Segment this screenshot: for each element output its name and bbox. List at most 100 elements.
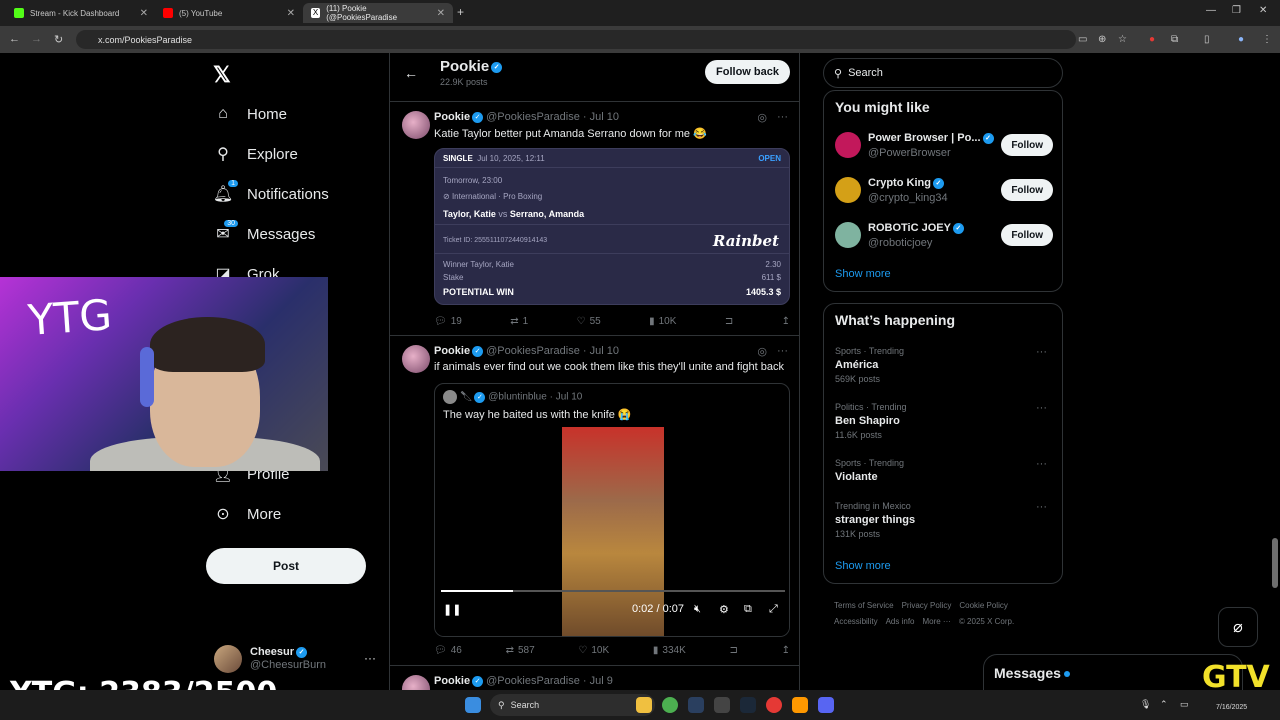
bookmark-button[interactable]: ⊐ xyxy=(725,316,733,327)
close-icon[interactable]: ✕ xyxy=(437,8,445,19)
account-switcher[interactable]: Cheesur ✓ @CheesurBurn ··· xyxy=(214,645,376,673)
settings-gear-icon[interactable]: ⚙ xyxy=(719,603,729,616)
repost-button[interactable]: ⇄ 1 xyxy=(510,316,528,327)
close-icon[interactable]: ✕ xyxy=(287,8,295,19)
fullscreen-icon[interactable]: ⤢ xyxy=(769,603,778,616)
follow-button[interactable]: Follow xyxy=(1001,224,1053,246)
tweet[interactable]: Pookie ✓ @PookiesParadise · Jul 10 ◎ ··· K… xyxy=(390,103,799,336)
follow-button[interactable]: Follow xyxy=(1001,179,1053,201)
follow-button[interactable]: Follow xyxy=(1001,134,1053,156)
nav-item-more[interactable]: ⊙ More xyxy=(213,504,281,524)
suggested-account[interactable]: ROBOTiC JOEY ✓ @roboticjoey Follow xyxy=(835,219,1053,253)
more-dots-icon[interactable]: ··· xyxy=(364,651,376,665)
extensions-puzzle-icon[interactable]: ⧉ xyxy=(1171,34,1178,45)
search-input[interactable]: ⚲ Search xyxy=(823,58,1063,88)
quoted-tweet[interactable]: 🔪︎ ✓ @bluntinblue · Jul 10 The way he bai… xyxy=(434,383,790,637)
bet-slip-image[interactable]: SINGLE Jul 10, 2025, 12:11 OPEN Tomorrow… xyxy=(434,148,790,305)
page-scrollbar[interactable] xyxy=(1272,53,1278,690)
x-logo-icon[interactable]: 𝕏 xyxy=(213,62,231,88)
extension-icon[interactable]: ● xyxy=(1149,34,1155,45)
more-dots-icon[interactable]: ··· xyxy=(1036,346,1047,358)
picture-in-picture-icon[interactable]: ⧉ xyxy=(744,603,752,616)
more-dots-icon[interactable]: ··· xyxy=(1036,402,1047,414)
show-more-link[interactable]: Show more xyxy=(835,560,891,572)
suggested-account[interactable]: Power Browser | Po... ✓ @PowerBrowser Fol… xyxy=(835,129,1053,163)
show-more-link[interactable]: Show more xyxy=(835,268,891,280)
share-button[interactable]: ↥ xyxy=(782,645,790,656)
nav-item-messages[interactable]: ✉ 30 Messages xyxy=(213,220,315,244)
new-tab-icon[interactable]: + xyxy=(457,5,464,19)
trend-item[interactable]: Sports · Trending Violante ··· xyxy=(835,458,1053,483)
trend-item[interactable]: Politics · Trending Ben Shapiro 11.6K po… xyxy=(835,402,1053,440)
mic-icon[interactable]: 🎙︎ xyxy=(1140,699,1151,710)
footer-link[interactable]: Accessibility xyxy=(834,617,878,626)
reply-button[interactable]: 💬︎ 46 xyxy=(434,645,462,656)
reload-icon[interactable]: ↻ xyxy=(54,33,63,46)
chrome-alt-icon[interactable] xyxy=(766,697,782,713)
url-field[interactable]: x.com/PookiesParadise xyxy=(76,30,1076,49)
windows-start-icon[interactable] xyxy=(465,697,481,713)
close-icon[interactable]: ✕ xyxy=(140,8,148,19)
suggested-account[interactable]: Crypto King ✓ @crypto_king34 Follow xyxy=(835,174,1053,208)
tab-x-pookie[interactable]: X (11) Pookie (@PookiesParadise ✕ xyxy=(303,3,453,23)
grok-icon[interactable]: ◎ xyxy=(757,111,767,124)
minimize-icon[interactable]: — xyxy=(1206,5,1216,16)
app-icon[interactable] xyxy=(714,697,730,713)
cast-icon[interactable]: ▭ xyxy=(1078,34,1087,45)
like-button[interactable]: ♡ 10K xyxy=(578,645,609,656)
maximize-icon[interactable]: ❐ xyxy=(1232,5,1241,16)
steam-icon[interactable] xyxy=(688,697,704,713)
tweet[interactable]: Pookie ✓ @PookiesParadise · Jul 9 xyxy=(390,667,799,690)
more-dots-icon[interactable]: ··· xyxy=(1036,501,1047,513)
footer-link[interactable]: More ··· xyxy=(922,617,950,626)
tray-up-icon[interactable]: ⌃ xyxy=(1160,699,1168,710)
zoom-icon[interactable]: ⊕ xyxy=(1098,34,1106,45)
video-player[interactable]: ❚❚ 0:02 / 0:07 🔇︎ ⚙ ⧉ ⤢ xyxy=(435,427,789,636)
reply-button[interactable]: 💬︎ 19 xyxy=(434,316,462,327)
bookmark-star-icon[interactable]: ☆ xyxy=(1118,34,1127,45)
chrome-icon[interactable] xyxy=(662,697,678,713)
avatar[interactable] xyxy=(402,675,430,690)
discord-icon[interactable] xyxy=(818,697,834,713)
mute-icon[interactable]: 🔇︎ xyxy=(694,603,701,616)
like-button[interactable]: ♡ 55 xyxy=(577,316,601,327)
profile-avatar-icon[interactable]: ● xyxy=(1238,34,1244,45)
back-arrow-icon[interactable]: ← xyxy=(404,65,418,81)
pause-icon[interactable]: ❚❚ xyxy=(443,603,461,616)
share-button[interactable]: ↥ xyxy=(782,316,790,327)
more-dots-icon[interactable]: ··· xyxy=(777,111,788,124)
footer-link[interactable]: Privacy Policy xyxy=(902,601,952,610)
tab-kick-dashboard[interactable]: Stream - Kick Dashboard ✕ xyxy=(6,3,156,23)
post-button[interactable]: Post xyxy=(206,548,366,584)
grok-icon[interactable]: ◎ xyxy=(757,345,767,358)
follow-back-button[interactable]: Follow back xyxy=(705,60,790,84)
trend-item[interactable]: Trending in Mexico stranger things 131K … xyxy=(835,501,1053,539)
video-progress-bar[interactable] xyxy=(441,590,785,592)
side-panel-icon[interactable]: ▯ xyxy=(1204,34,1210,45)
bookmark-button[interactable]: ⊐ xyxy=(729,645,737,656)
taskbar-search[interactable]: ⚲ Search xyxy=(490,694,655,716)
nav-item-home[interactable]: ⌂ Home xyxy=(213,104,287,124)
back-icon[interactable]: ← xyxy=(9,33,20,45)
avatar[interactable] xyxy=(402,345,430,373)
grok-button[interactable]: ⌀ xyxy=(1218,607,1258,647)
file-explorer-icon[interactable] xyxy=(636,697,652,713)
views-button[interactable]: ▮ 334K xyxy=(653,645,686,656)
browser-menu-icon[interactable]: ⋮ xyxy=(1262,34,1272,45)
repost-button[interactable]: ⇄ 587 xyxy=(506,645,535,656)
nav-item-explore[interactable]: ⚲ Explore xyxy=(213,144,298,164)
steam-client-icon[interactable] xyxy=(740,697,756,713)
warning-app-icon[interactable] xyxy=(792,697,808,713)
network-icon[interactable]: ▭ xyxy=(1180,699,1189,710)
close-window-icon[interactable]: ✕ xyxy=(1259,5,1267,16)
footer-link[interactable]: Terms of Service xyxy=(834,601,894,610)
nav-item-notifications[interactable]: 🔔︎ 1 Notifications xyxy=(213,180,329,204)
avatar[interactable] xyxy=(402,111,430,139)
more-dots-icon[interactable]: ··· xyxy=(1036,458,1047,470)
trend-item[interactable]: Sports · Trending América 569K posts ··· xyxy=(835,346,1053,384)
footer-link[interactable]: Ads info xyxy=(886,617,915,626)
tweet[interactable]: Pookie ✓ @PookiesParadise · Jul 10 ◎ ··· i… xyxy=(390,337,799,666)
more-dots-icon[interactable]: ··· xyxy=(777,345,788,358)
views-button[interactable]: ▮ 10K xyxy=(649,316,676,327)
tab-youtube[interactable]: (5) YouTube ✕ xyxy=(155,3,303,23)
